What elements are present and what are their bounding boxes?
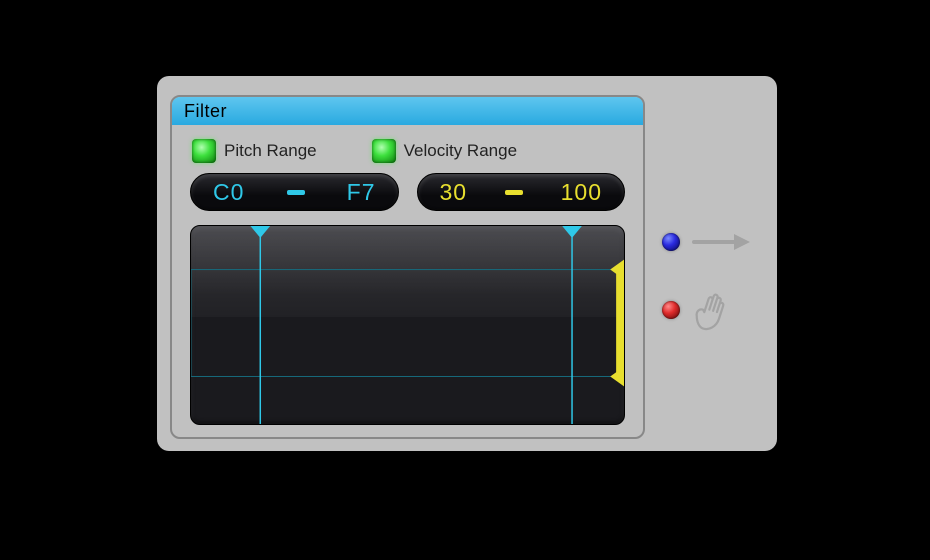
arrow-right-icon (692, 228, 752, 256)
pitch-range-label: Pitch Range (224, 141, 317, 161)
output-led-red[interactable] (662, 301, 680, 319)
pitch-toggle-group: Pitch Range (192, 139, 317, 163)
output-led-blue[interactable] (662, 233, 680, 251)
velocity-toggle-group: Velocity Range (372, 139, 517, 163)
displays-row: C0 F7 30 100 (172, 163, 643, 211)
panel-title: Filter (184, 101, 227, 122)
dash-icon (505, 190, 523, 195)
pitch-range-display[interactable]: C0 F7 (190, 173, 399, 211)
pitch-low-value: C0 (213, 179, 244, 206)
hand-icon (690, 290, 738, 334)
panel-title-bar: Filter (172, 97, 643, 125)
range-graph[interactable] (190, 225, 625, 425)
pitch-high-value: F7 (347, 179, 376, 206)
velocity-low-value: 30 (440, 179, 468, 206)
velocity-range-toggle[interactable] (372, 139, 396, 163)
filter-panel: Filter Pitch Range Velocity Range C0 F7 … (170, 95, 645, 439)
toggles-row: Pitch Range Velocity Range (172, 125, 643, 163)
dash-icon (287, 190, 305, 195)
velocity-range-display[interactable]: 30 100 (417, 173, 626, 211)
velocity-range-label: Velocity Range (404, 141, 517, 161)
velocity-high-value: 100 (561, 179, 602, 206)
range-graph-svg (191, 226, 624, 424)
pitch-range-toggle[interactable] (192, 139, 216, 163)
